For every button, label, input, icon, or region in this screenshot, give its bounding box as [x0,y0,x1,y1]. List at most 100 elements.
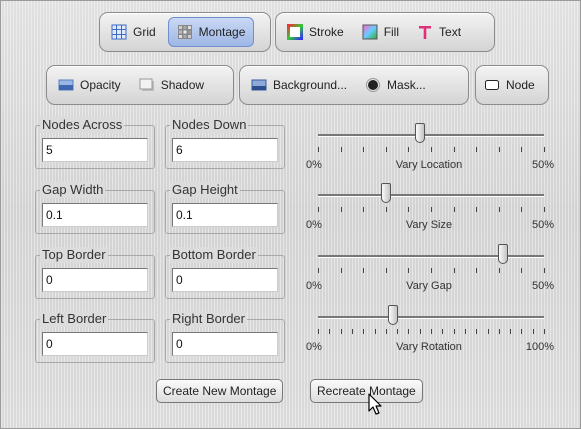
slider-tick [453,329,455,334]
top-border-input[interactable]: 0 [42,268,148,292]
mask-icon [365,77,381,93]
nodes-across-input[interactable]: 5 [42,138,148,162]
nodes-across-field: Nodes Across 5 [35,117,155,169]
node-tab-label: Node [506,78,535,92]
right-border-input[interactable]: 0 [172,332,278,356]
left-border-field: Left Border 0 [35,311,155,363]
gap-height-field: Gap Height 0.1 [165,182,285,234]
create-new-montage-button[interactable]: Create New Montage [156,379,284,403]
gap-height-input[interactable]: 0.1 [172,203,278,227]
slider-max-label: 50% [531,280,554,292]
slider-tick [385,147,387,152]
opacity-tab[interactable]: Opacity [50,70,129,100]
effects-group: Opacity Shadow [46,65,234,105]
slider-tick [408,147,410,152]
background-tab[interactable]: Background... [243,70,355,100]
slider-tick [431,329,432,334]
slider-tick [521,268,523,273]
slider-tick [431,147,432,152]
slider-ticks [318,268,545,276]
slider-label: Vary Size [405,219,453,231]
vary-rotation-slider: 0% Vary Rotation 100% [304,299,554,359]
shadow-tab-label: Shadow [160,78,205,92]
slider-tick [340,207,342,212]
left-border-input[interactable]: 0 [42,332,148,356]
slider-tick [498,147,500,152]
text-tab[interactable]: Text [409,17,469,47]
slider-tick [385,207,387,212]
slider-track[interactable] [318,255,544,258]
slider-ticks [318,207,545,215]
bottom-border-input[interactable]: 0 [172,268,278,292]
slider-tick [476,207,478,212]
nodes-down-label: Nodes Down [170,117,249,133]
montage-tab[interactable]: Montage [167,17,255,47]
slider-tick [397,329,399,334]
slider-tick [340,268,342,273]
layout-mode-group: Grid Montage [99,12,271,52]
slider-tick [453,268,455,273]
right-border-label: Right Border [170,311,247,327]
mouse-cursor-icon [368,393,382,415]
slider-track[interactable] [318,134,544,137]
stroke-tab[interactable]: Stroke [279,17,352,47]
top-border-field: Top Border 0 [35,247,155,299]
recreate-montage-button[interactable]: Recreate Montage [310,379,423,403]
slider-tick [487,329,489,334]
mask-tab[interactable]: Mask... [357,70,434,100]
top-border-label: Top Border [40,247,108,263]
slider-tick [510,329,512,334]
gap-width-label: Gap Width [40,182,106,198]
slider-max-label: 50% [531,159,554,171]
node-icon [484,77,500,93]
slider-thumb[interactable] [414,123,425,143]
slider-tick [363,329,365,334]
grid-tab[interactable]: Grid [103,17,164,47]
slider-tick [340,147,342,152]
slider-tick [521,147,523,152]
left-border-label: Left Border [40,311,109,327]
slider-tick [532,329,534,334]
gap-width-field: Gap Width 0.1 [35,182,155,234]
fill-tab[interactable]: Fill [354,17,407,47]
slider-label: Vary Location [395,159,463,171]
slider-tick [453,147,455,152]
layers-group: Background... Mask... [239,65,469,105]
slider-tick [340,329,342,334]
slider-tick [408,329,410,334]
node-tab[interactable]: Node [479,70,540,100]
style-group: Stroke Fill Text [275,12,495,52]
background-tab-label: Background... [273,78,348,92]
slider-max-label: 50% [531,219,554,231]
opacity-icon [58,77,74,93]
slider-track[interactable] [318,316,544,319]
gap-width-input[interactable]: 0.1 [42,203,148,227]
shadow-icon [139,77,155,93]
slider-tick [476,268,478,273]
slider-thumb[interactable] [380,183,391,203]
slider-tick [408,207,410,212]
vary-size-slider: 0% Vary Size 50% [304,177,554,237]
shadow-tab[interactable]: Shadow [131,70,212,100]
slider-track[interactable] [318,194,544,197]
slider-tick [385,329,387,334]
fill-icon [362,24,378,40]
slider-tick [363,207,365,212]
slider-ticks [318,329,545,337]
slider-ticks [318,147,545,155]
slider-tick [318,147,319,152]
nodes-down-input[interactable]: 6 [172,138,278,162]
montage-panel: Grid Montage Stroke Fill Text Opacity Sh… [0,0,581,429]
slider-tick [544,147,545,152]
slider-tick [351,329,353,334]
slider-thumb[interactable] [387,305,398,325]
montage-icon [177,24,193,40]
slider-label: Vary Rotation [396,341,462,353]
slider-thumb[interactable] [498,244,509,264]
slider-tick [476,329,478,334]
vary-gap-slider: 0% Vary Gap 50% [304,238,554,298]
bottom-border-field: Bottom Border 0 [165,247,285,299]
nodes-across-label: Nodes Across [40,117,125,133]
slider-tick [453,207,455,212]
slider-tick [318,207,319,212]
